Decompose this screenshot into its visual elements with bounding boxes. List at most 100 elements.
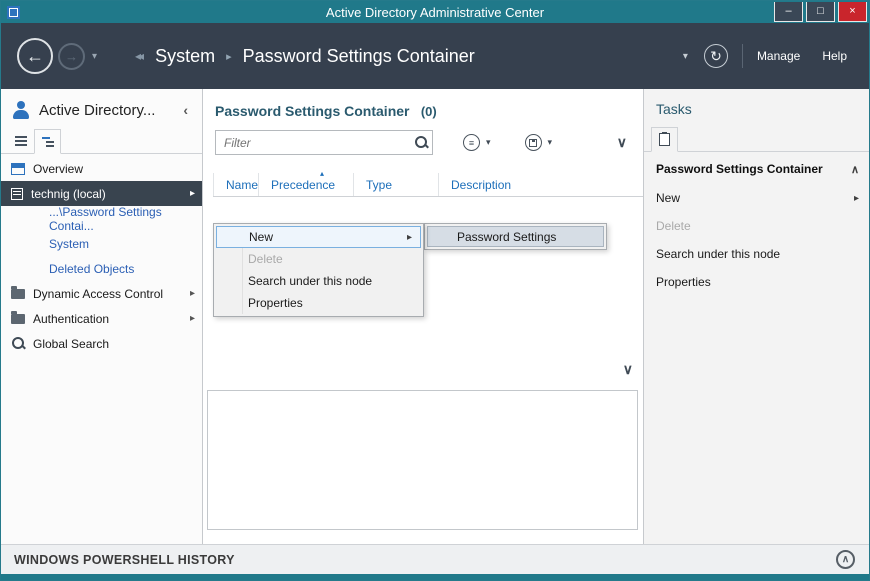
list-view-tab[interactable] <box>7 128 34 153</box>
view-options-icon: ≡ <box>463 134 480 151</box>
tasks-title: Tasks <box>656 101 692 117</box>
expand-arrow-icon[interactable]: ▸ <box>190 313 202 324</box>
task-item-label: Delete <box>656 219 691 233</box>
app-window: Active Directory Administrative Center –… <box>0 0 870 581</box>
sidebar-item-global-search[interactable]: Global Search <box>1 331 202 356</box>
context-submenu: Password Settings <box>424 223 607 250</box>
sidebar-items: Overview technig (local) ▸ ...\Password … <box>1 154 202 356</box>
context-menu-item-search-under-this-node[interactable]: Search under this node <box>216 270 421 292</box>
submenu-item-password-settings[interactable]: Password Settings <box>427 226 604 247</box>
chevron-down-icon: ▾ <box>486 137 491 147</box>
tasks-section-header[interactable]: Password Settings Container ∧ <box>644 152 869 184</box>
overview-icon <box>11 162 25 175</box>
column-header-row: ▴ Name Precedence Type Description <box>213 169 643 197</box>
sidebar-title: Active Directory... <box>39 101 156 119</box>
sidebar-item-label: Global Search <box>33 336 110 351</box>
task-item-properties[interactable]: Properties <box>644 268 869 296</box>
scope-dropdown-icon[interactable]: ▾ <box>683 51 688 62</box>
sidebar-collapse-icon[interactable]: ‹ <box>177 102 194 118</box>
breadcrumb-collapse-icon[interactable]: ◂◂ <box>135 49 144 63</box>
preview-pane-chevron-icon[interactable]: ∨ <box>623 361 633 378</box>
chevron-down-icon: ▾ <box>547 137 553 147</box>
window-title: Active Directory Administrative Center <box>325 4 545 20</box>
search-icon <box>414 135 429 150</box>
minimize-button[interactable]: – <box>774 2 803 22</box>
context-menu-item-properties[interactable]: Properties <box>216 292 421 314</box>
sidebar-item-dynamic-access-control[interactable]: Dynamic Access Control ▸ <box>1 281 202 306</box>
breadcrumb-item-system[interactable]: System <box>155 46 215 67</box>
sidebar-item-label: Authentication <box>33 311 110 326</box>
folder-icon <box>11 285 25 299</box>
filter-input[interactable] <box>215 130 433 155</box>
sidebar-item-label: ...\Password Settings Contai... <box>49 204 162 233</box>
context-menu: New ▸ Delete Search under this node Prop… <box>213 223 424 317</box>
sidebar-header: Active Directory... ‹ <box>1 89 202 127</box>
submenu-arrow-icon: ▸ <box>853 192 859 204</box>
tree-view-tab[interactable] <box>34 129 61 154</box>
view-options-button[interactable]: ≡ ▾ <box>459 131 495 154</box>
query-pane-chevron-icon[interactable]: ∨ <box>617 134 629 151</box>
preview-pane <box>207 390 638 530</box>
sidebar-item-label: technig (local) <box>31 186 106 201</box>
active-directory-icon <box>11 100 31 120</box>
item-count: (0) <box>420 104 437 119</box>
tasks-tabs <box>644 125 869 152</box>
back-button[interactable]: ← <box>17 38 53 74</box>
window-controls: – □ × <box>771 2 867 22</box>
task-item-new[interactable]: New ▸ <box>644 184 869 212</box>
sidebar-item-authentication[interactable]: Authentication ▸ <box>1 306 202 331</box>
sidebar-item-technig-local[interactable]: technig (local) ▸ <box>1 181 202 206</box>
refresh-icon[interactable]: ↻ <box>703 44 728 68</box>
task-item-label: Search under this node <box>656 247 781 261</box>
column-header-description[interactable]: Description <box>438 173 643 196</box>
close-button[interactable]: × <box>838 2 867 22</box>
task-item-label: New <box>656 191 681 205</box>
clipboard-icon <box>659 132 670 146</box>
menu-item-label: New <box>249 230 274 244</box>
sidebar-item-deleted-objects[interactable]: Deleted Objects <box>1 256 202 281</box>
task-item-label: Properties <box>656 275 711 289</box>
sidebar: Active Directory... ‹ Overview technig (… <box>1 89 203 546</box>
sidebar-item-password-settings-container[interactable]: ...\Password Settings Contai... <box>1 204 202 233</box>
tasks-tab[interactable] <box>651 127 678 152</box>
task-item-delete: Delete <box>644 212 869 240</box>
floppy-icon <box>529 138 538 147</box>
breadcrumb-separator-icon: ▸ <box>226 50 232 63</box>
expand-arrow-icon[interactable]: ▸ <box>190 288 202 299</box>
tasks-pane: Tasks Password Settings Container ∧ New … <box>643 89 869 546</box>
app-icon <box>7 5 20 19</box>
breadcrumb-item-password-settings-container[interactable]: Password Settings Container <box>243 46 475 67</box>
search-icon <box>11 336 26 351</box>
forward-button[interactable]: → <box>58 42 85 70</box>
menu-item-label: Search under this node <box>248 274 373 288</box>
main-pane: Password Settings Container (0) ≡ ▾ ▾ ∨ <box>203 89 643 546</box>
task-item-search-under-this-node[interactable]: Search under this node <box>644 240 869 268</box>
sidebar-item-label: Overview <box>33 161 84 176</box>
sidebar-item-system[interactable]: System <box>1 231 202 256</box>
chevron-up-icon[interactable]: ∧ <box>851 163 859 176</box>
navigation-bar: ← → ▾ ◂◂ System ▸ Password Settings Cont… <box>1 23 869 89</box>
maximize-button[interactable]: □ <box>806 2 835 22</box>
save-query-button[interactable]: ▾ <box>521 131 557 154</box>
server-icon <box>11 187 23 200</box>
menu-item-label: Password Settings <box>457 229 557 244</box>
sidebar-item-label: System <box>49 236 90 251</box>
powershell-history-label: WINDOWS POWERSHELL HISTORY <box>14 552 235 567</box>
menu-item-label: Delete <box>248 252 283 266</box>
tree-view-icon <box>41 136 54 147</box>
help-menu[interactable]: Help <box>822 49 847 63</box>
history-dropdown-icon[interactable]: ▾ <box>92 51 97 62</box>
expand-arrow-icon[interactable]: ▸ <box>190 188 202 199</box>
powershell-history-bar[interactable]: WINDOWS POWERSHELL HISTORY ∧ <box>1 544 869 574</box>
column-header-type[interactable]: Type <box>353 173 438 196</box>
manage-menu[interactable]: Manage <box>757 49 800 63</box>
page-title: Password Settings Container <box>215 103 410 119</box>
column-header-name[interactable]: Name <box>213 173 258 196</box>
tasks-section-title: Password Settings Container <box>656 162 823 176</box>
expand-chevron-icon[interactable]: ∧ <box>836 550 855 569</box>
main-toolbar: ≡ ▾ ▾ ∨ <box>215 130 629 155</box>
sidebar-item-overview[interactable]: Overview <box>1 156 202 181</box>
column-header-precedence[interactable]: Precedence <box>258 173 353 196</box>
context-menu-item-new[interactable]: New ▸ <box>216 226 421 248</box>
content-area: Active Directory... ‹ Overview technig (… <box>1 89 869 546</box>
